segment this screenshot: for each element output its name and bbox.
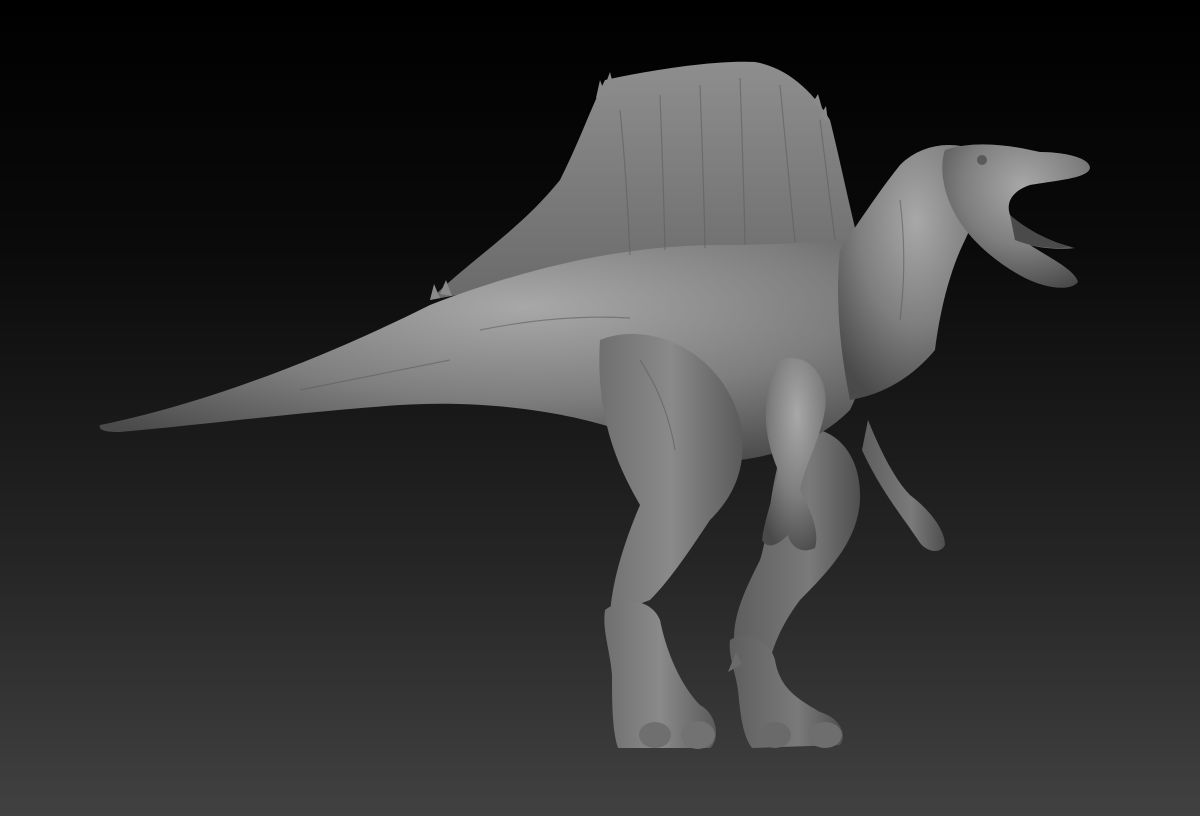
near-toe-2 [681, 721, 715, 749]
far-toe-2 [808, 722, 842, 748]
head [942, 144, 1090, 288]
eye [977, 155, 987, 165]
render-viewport [0, 0, 1200, 816]
far-toe-1 [759, 722, 791, 748]
spinosaurus-render [99, 61, 1090, 749]
far-arm [862, 420, 945, 552]
near-toe-1 [639, 722, 671, 748]
